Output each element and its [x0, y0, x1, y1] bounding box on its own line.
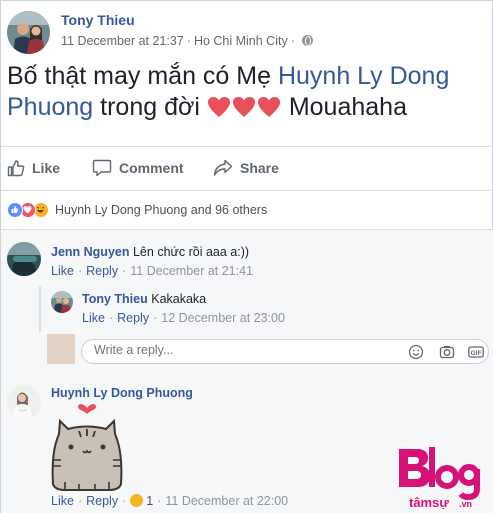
- like-reaction-icon: [7, 202, 23, 218]
- dot-separator: ·: [153, 311, 158, 325]
- comment-reaction-count[interactable]: 1: [146, 494, 153, 508]
- watermark-subtitle: tâmsự: [409, 495, 449, 509]
- comment-icon: [92, 159, 112, 177]
- reply-text: Kakakaka: [151, 292, 207, 306]
- reply-input[interactable]: [94, 343, 394, 357]
- post-text-middle: trong đời: [93, 93, 207, 121]
- reaction-summary[interactable]: Huynh Ly Dong Phuong and 96 others: [7, 202, 267, 218]
- dot-separator: ·: [157, 494, 162, 508]
- blog-tamsu-watermark-logo: tâmsự .vn: [395, 445, 491, 510]
- sad-reaction-icon[interactable]: [130, 494, 144, 507]
- comment-body: Jenn Nguyen Lên chức rồi aaa a:)): [51, 245, 249, 259]
- dot-separator: ·: [122, 264, 127, 278]
- comment-time[interactable]: 11 December at 22:00: [165, 494, 288, 508]
- comment-reply-link[interactable]: Reply: [86, 494, 118, 508]
- divider: [1, 229, 493, 230]
- dot-separator: ·: [108, 311, 114, 325]
- heart-icon: [257, 97, 280, 117]
- meta-separator-2: ·: [290, 34, 295, 48]
- divider: [1, 146, 493, 147]
- commenter-name[interactable]: Huynh Ly Dong Phuong: [51, 386, 193, 400]
- pusheen-cat-sticker[interactable]: [49, 404, 125, 492]
- like-button[interactable]: Like: [7, 156, 60, 180]
- meta-separator: ·: [186, 34, 191, 48]
- post-date[interactable]: 11 December at 21:37: [61, 34, 184, 48]
- reply-author-name[interactable]: Tony Thieu: [82, 292, 148, 306]
- commenter-name[interactable]: Jenn Nguyen: [51, 245, 130, 259]
- current-user-avatar: [47, 334, 75, 364]
- heart-icon: [207, 97, 230, 117]
- reply-like-link[interactable]: Like: [82, 311, 105, 325]
- post-card: Tony Thieu 11 December at 21:37 · Ho Chi M…: [0, 0, 493, 513]
- share-button-label: Share: [240, 160, 279, 176]
- dot-separator: ·: [77, 494, 83, 508]
- reply-input-box[interactable]: GIF: [81, 339, 489, 364]
- comment-like-link[interactable]: Like: [51, 264, 74, 278]
- post-text-end: Mouahaha: [281, 93, 407, 121]
- dot-separator: ·: [122, 494, 127, 508]
- comment-reply-link[interactable]: Reply: [86, 264, 118, 278]
- post-text-start: Bố thật may mắn có Mẹ: [7, 62, 278, 90]
- gif-icon[interactable]: GIF: [468, 344, 484, 360]
- svg-text:GIF: GIF: [471, 350, 482, 357]
- reaction-count[interactable]: Huynh Ly Dong Phuong and 96 others: [55, 203, 267, 217]
- thumbs-up-icon: [7, 160, 25, 177]
- commenter-avatar[interactable]: [7, 242, 41, 276]
- reply-avatar[interactable]: [51, 291, 73, 313]
- comment-time[interactable]: 11 December at 21:41: [130, 264, 253, 278]
- reply-time[interactable]: 12 December at 23:00: [161, 311, 285, 325]
- comment-actions: Like · Reply · 1 · 11 December at 22:00: [51, 494, 288, 508]
- reply-body: Tony Thieu Kakakaka: [82, 292, 206, 306]
- post-text: Bố thật may mắn có Mẹ Huynh Ly Dong Phuo…: [7, 61, 487, 123]
- hearts-emoji: [207, 93, 282, 121]
- comment-button-label: Comment: [119, 160, 184, 176]
- share-button[interactable]: Share: [213, 156, 279, 180]
- divider: [1, 190, 493, 191]
- dot-separator: ·: [77, 264, 83, 278]
- comment-like-link[interactable]: Like: [51, 494, 74, 508]
- reply-thread-line: [39, 286, 41, 332]
- comment-actions: Like · Reply · 11 December at 21:41: [51, 264, 253, 278]
- comment-text: Lên chức rồi aaa a:)): [132, 245, 250, 259]
- comment-body: Huynh Ly Dong Phuong: [51, 386, 193, 400]
- reply-actions: Like · Reply · 12 December at 23:00: [82, 311, 285, 325]
- author-avatar[interactable]: [7, 11, 50, 54]
- commenter-avatar[interactable]: [7, 385, 41, 419]
- post-location[interactable]: Ho Chi Minh City: [194, 34, 288, 48]
- post-meta: 11 December at 21:37 · Ho Chi Minh City ·: [61, 34, 313, 48]
- globe-icon[interactable]: [301, 35, 313, 46]
- camera-icon[interactable]: [439, 344, 455, 360]
- post-author-name[interactable]: Tony Thieu: [61, 12, 135, 28]
- comment-button[interactable]: Comment: [92, 156, 184, 180]
- reply-reply-link[interactable]: Reply: [117, 311, 149, 325]
- heart-icon: [232, 97, 255, 117]
- share-arrow-icon: [213, 159, 233, 176]
- like-button-label: Like: [32, 160, 61, 176]
- emoji-icon[interactable]: [408, 344, 424, 360]
- watermark-suffix: .vn: [459, 499, 472, 509]
